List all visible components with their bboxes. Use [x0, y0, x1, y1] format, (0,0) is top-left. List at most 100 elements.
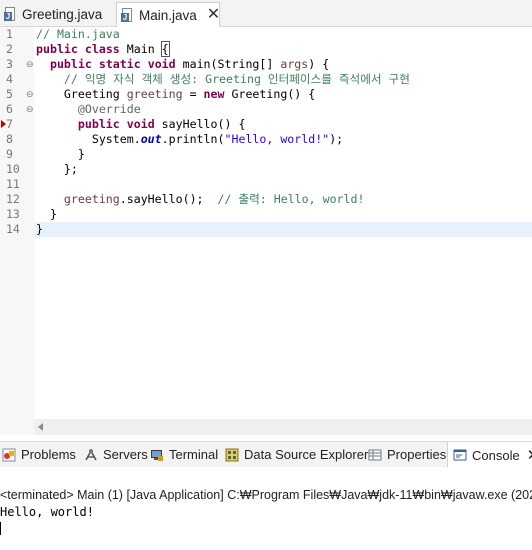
tab-greeting-java[interactable]: J Greeting.java [0, 2, 114, 26]
text-caret [0, 522, 1, 535]
code-token: static [98, 57, 141, 71]
code-line[interactable]: // Main.java [36, 27, 120, 42]
code-token: void [147, 57, 176, 71]
code-token: } [36, 207, 57, 221]
code-line[interactable]: // 익명 자식 객체 생성: Greeting 인터페이스를 즉석에서 구현 [36, 72, 410, 87]
code-token: // Main.java [36, 27, 120, 41]
code-text-area[interactable]: // Main.java public class Main { public s… [34, 27, 532, 420]
code-line[interactable]: } [36, 222, 43, 237]
code-token: greeting [126, 87, 183, 101]
tab-label: Terminal [169, 447, 219, 462]
tab-label: Greeting.java [22, 6, 103, 22]
close-icon[interactable]: ✕ [527, 446, 532, 464]
tab-label: Main.java [139, 7, 197, 23]
code-token: }; [36, 162, 78, 176]
console-text: Hello, world! [0, 505, 94, 519]
view-tab-bar: Problems Servers Terminal Data Source Ex… [0, 441, 532, 468]
line-number: 13 [6, 207, 20, 221]
line-number: 11 [6, 177, 20, 191]
fold-toggle-icon[interactable]: ⊖ [26, 57, 34, 72]
properties-icon [368, 448, 382, 462]
code-line[interactable]: } [36, 207, 57, 222]
code-token: public [77, 117, 120, 131]
code-token: greeting [63, 192, 120, 206]
code-line[interactable]: Greeting greeting = new Greeting() { [36, 87, 315, 102]
code-line[interactable]: }; [36, 162, 78, 177]
tab-console[interactable]: Console ✕ [447, 442, 532, 468]
code-token: class [84, 42, 120, 56]
code-token: ) { [308, 57, 330, 71]
tab-label: Data Source Explorer [244, 447, 369, 462]
scroll-left-icon[interactable] [38, 423, 43, 431]
code-editor[interactable]: 1 2 3 ⊖ 4 5 ⊖ 6 ⊖ 7 8 9 10 11 12 13 14 // Main.java publi… [0, 27, 532, 420]
code-line[interactable]: public static void main(String[] args) { [36, 57, 329, 72]
line-number: 4 [6, 72, 13, 86]
problems-icon [2, 448, 16, 462]
horizontal-scrollbar[interactable] [34, 419, 532, 435]
code-token: } [36, 222, 43, 236]
terminal-icon [150, 448, 164, 462]
code-token: main(String[] [175, 57, 281, 71]
line-number: 12 [6, 192, 20, 206]
code-token: ); [329, 132, 344, 146]
tab-label: Console [472, 447, 520, 463]
line-number: 7 [6, 117, 13, 131]
code-token: Main [119, 42, 162, 56]
line-number: 2 [6, 42, 13, 56]
code-token: args [280, 57, 309, 71]
code-token: public [49, 57, 92, 71]
fold-toggle-icon[interactable]: ⊖ [26, 87, 34, 102]
java-file-icon: J [121, 7, 134, 23]
console-output[interactable]: <terminated> Main (1) [Java Application]… [0, 467, 532, 550]
code-token: void [126, 117, 155, 131]
tab-label: Problems [21, 447, 76, 462]
close-icon[interactable]: ✕ [207, 7, 220, 23]
code-token: "Hello, world!" [224, 132, 330, 146]
code-token: .println( [161, 132, 225, 146]
code-token: { [160, 41, 170, 57]
code-line[interactable]: greeting.sayHello(); // 출력: Hello, world… [36, 192, 365, 207]
tab-properties[interactable]: Properties [368, 442, 446, 467]
tab-servers[interactable]: Servers [84, 442, 148, 467]
tab-terminal[interactable]: Terminal [150, 442, 218, 467]
servers-icon [84, 448, 98, 462]
code-token: // 익명 자식 객체 생성: Greeting 인터페이스를 즉석에서 구현 [36, 72, 410, 86]
editor-tab-bar: J Greeting.java J Main.java ✕ [0, 0, 532, 27]
tab-data-source-explorer[interactable]: Data Source Explorer [225, 442, 368, 467]
code-token: public [36, 42, 78, 56]
code-token: // 출력: Hello, world! [217, 192, 365, 206]
code-token: out [140, 132, 162, 146]
code-line[interactable]: public void sayHello() { [36, 117, 246, 132]
data-source-explorer-icon [225, 448, 239, 462]
tab-problems[interactable]: Problems [2, 442, 76, 467]
console-icon [453, 448, 467, 462]
code-line[interactable]: } [36, 147, 85, 162]
gutter-footer [0, 419, 34, 435]
code-token: Greeting [36, 87, 127, 101]
code-token: = [182, 87, 204, 101]
java-file-icon: J [4, 6, 17, 22]
code-token: } [36, 147, 85, 161]
code-line[interactable]: public class Main { [36, 41, 170, 57]
tab-label: Properties [387, 447, 447, 462]
console-status: <terminated> Main (1) [Java Application]… [0, 488, 532, 502]
fold-toggle-icon[interactable]: ⊖ [26, 102, 34, 117]
code-token: .sayHello(); [119, 192, 218, 206]
line-number: 8 [6, 132, 13, 146]
code-line[interactable]: @Override [36, 102, 141, 117]
code-token: Greeting() { [224, 87, 316, 101]
tab-label: Servers [103, 447, 148, 462]
code-token: sayHello() { [154, 117, 246, 131]
line-number: 1 [6, 27, 13, 41]
tab-main-java[interactable]: J Main.java ✕ [116, 2, 220, 27]
code-token: System. [36, 132, 141, 146]
code-token: new [203, 87, 225, 101]
code-line[interactable]: System.out.println("Hello, world!"); [36, 132, 343, 147]
line-number: 14 [6, 222, 20, 236]
